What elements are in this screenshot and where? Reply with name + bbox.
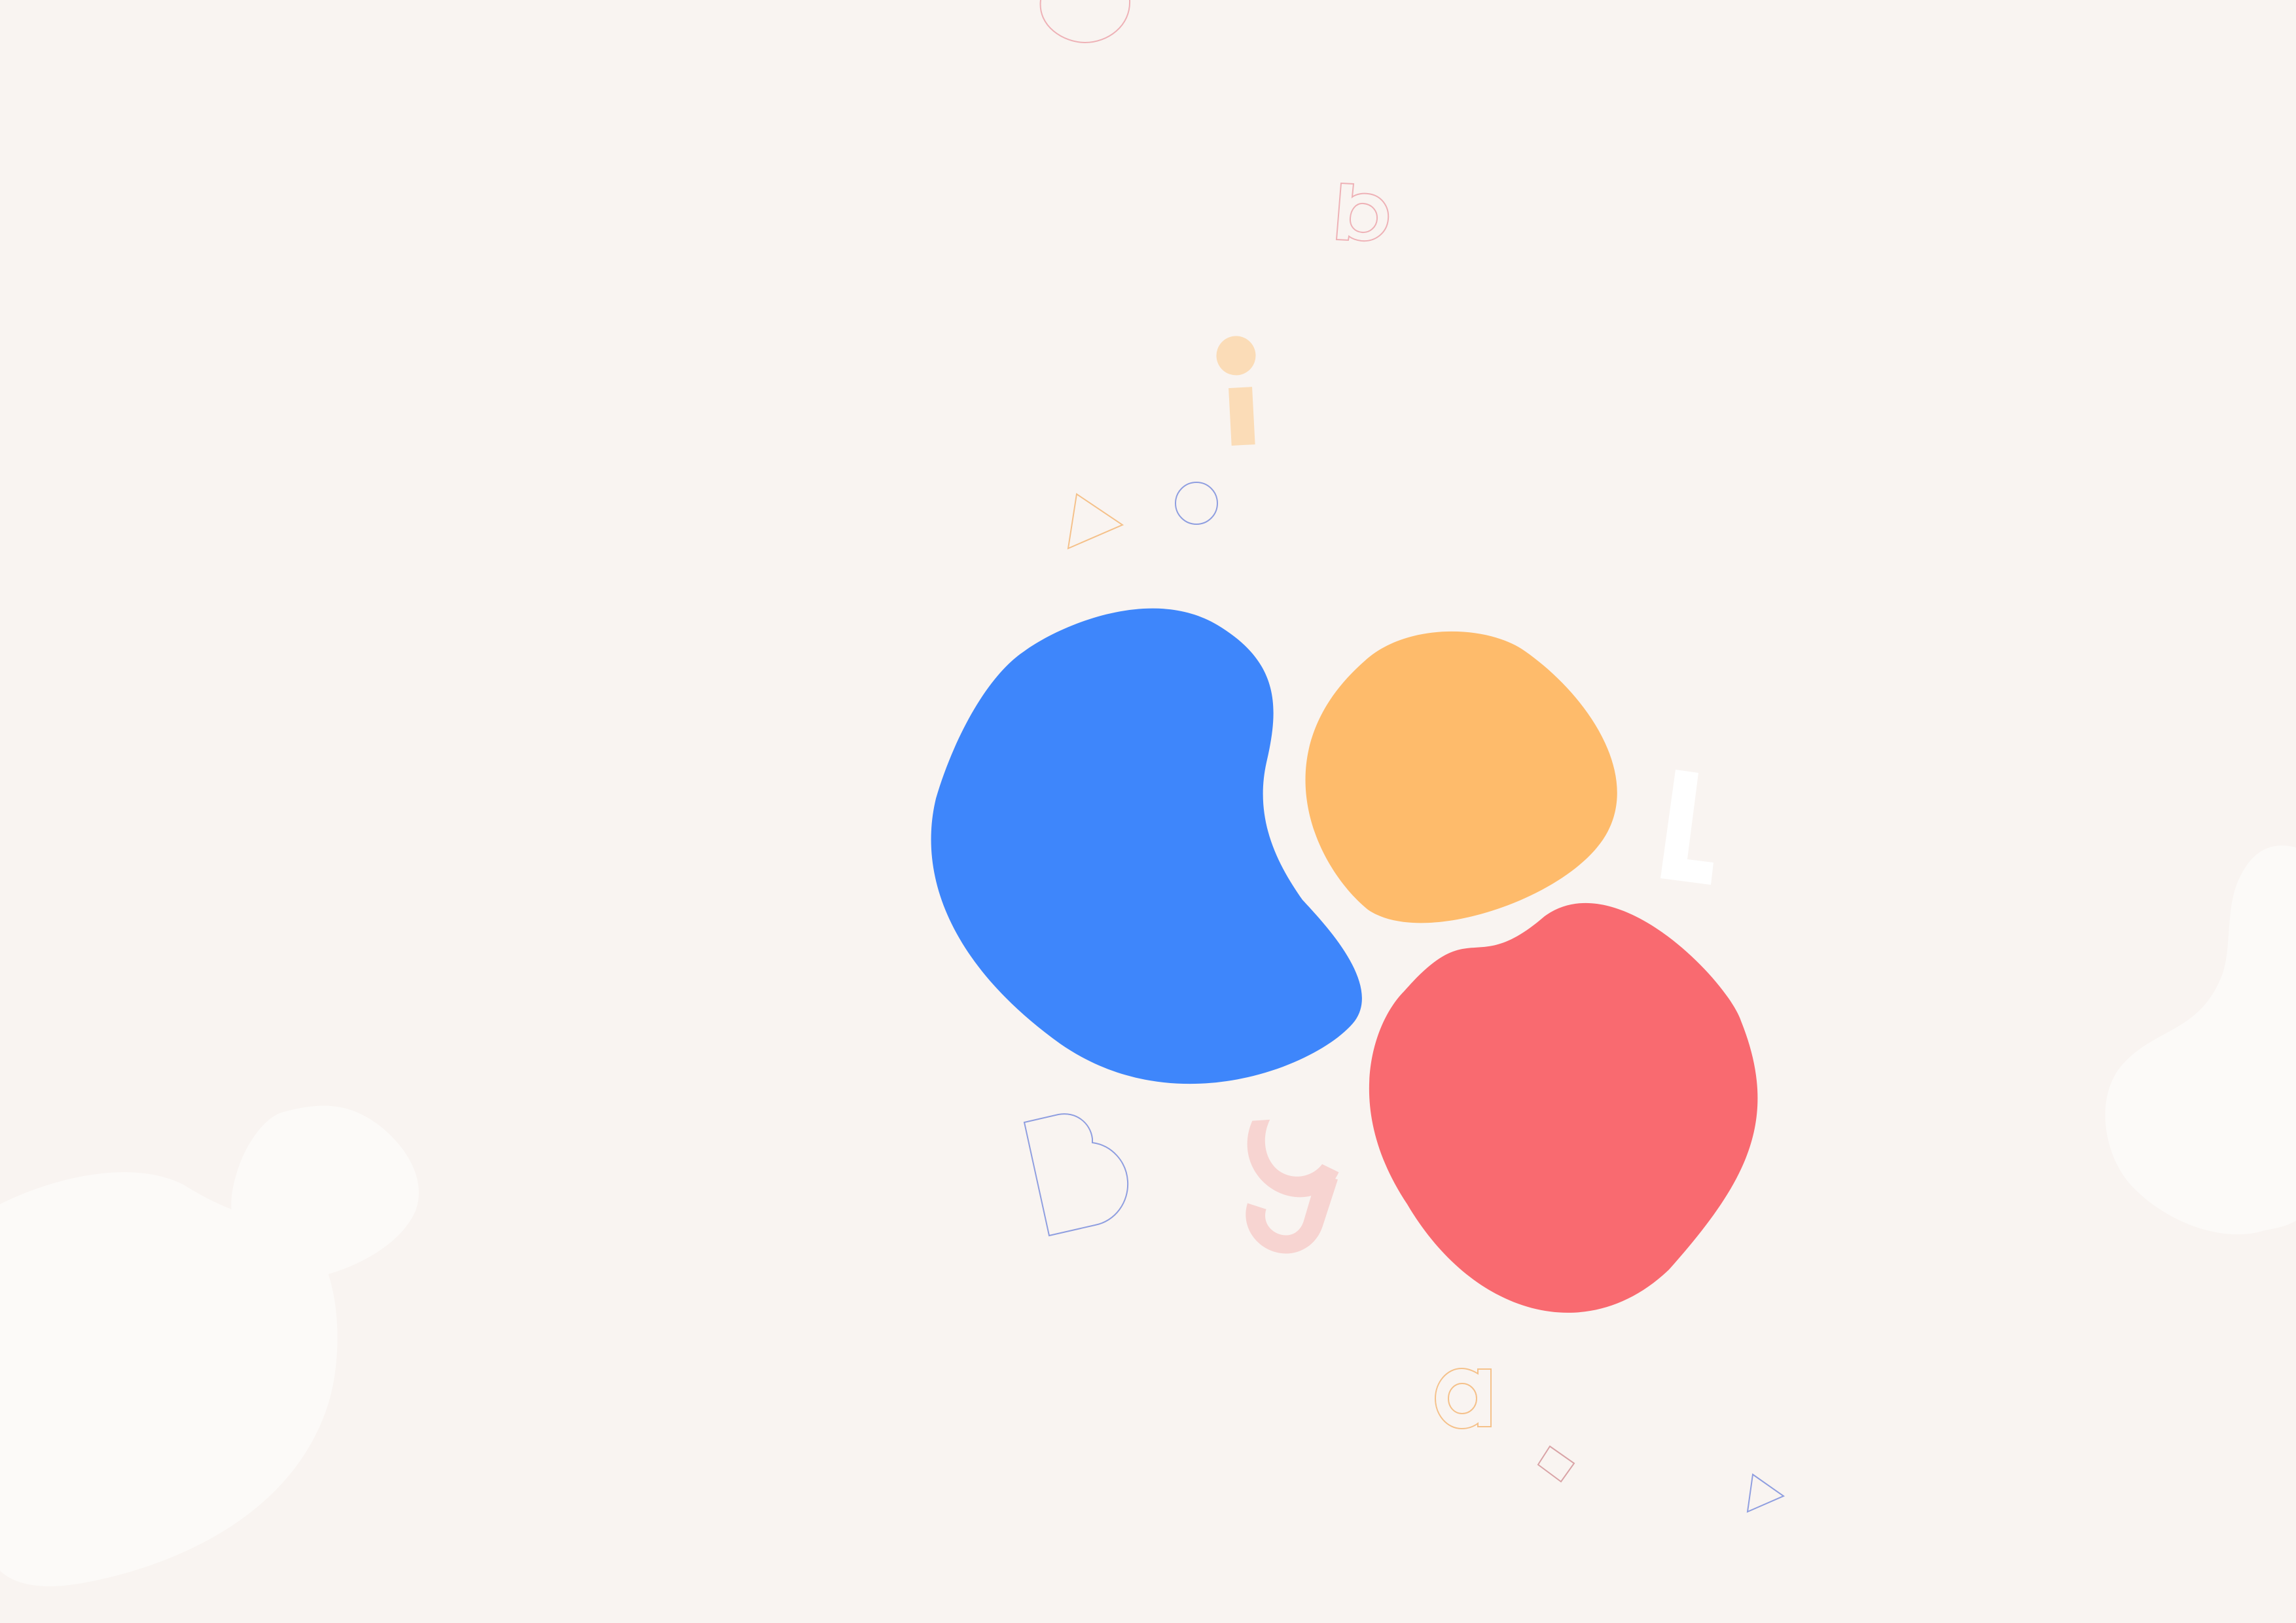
letter-i-stem	[1229, 387, 1255, 446]
canvas	[0, 0, 2296, 1623]
illustration	[0, 0, 2296, 1623]
